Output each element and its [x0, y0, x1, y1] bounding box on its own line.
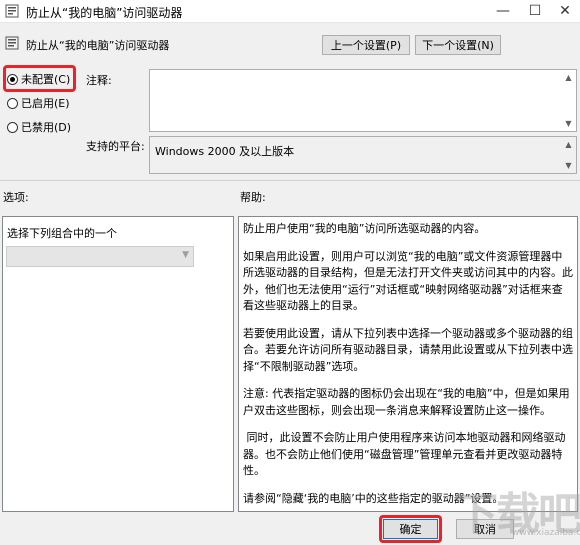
combo-caption: 选择下列组合中的一个 [7, 227, 117, 240]
maximize-button[interactable]: ☐ [520, 0, 550, 22]
radio-disabled-label: 已禁用(D) [21, 121, 72, 134]
ok-button[interactable]: 确定 [383, 519, 438, 539]
help-text: 防止用户使用“我的电脑”访问所选驱动器的内容。 如果启用此设置，则用户可以浏览“… [243, 221, 573, 518]
scroll-down-arrow-icon[interactable]: ▼ [562, 117, 575, 130]
radio-disabled-indicator[interactable] [7, 121, 18, 133]
scroll-up-arrow-icon[interactable]: ▲ [562, 71, 575, 84]
policy-app-icon [5, 4, 19, 18]
radio-disabled[interactable]: 已禁用(D) [7, 119, 71, 135]
radio-not-configured-label: 未配置(C) [21, 73, 71, 86]
drive-combination-dropdown[interactable]: ▼ [6, 246, 194, 267]
help-paragraph: 防止用户使用“我的电脑”访问所选驱动器的内容。 [243, 222, 486, 235]
title-bar: 防止从“我的电脑”访问驱动器 — ☐ ✕ [0, 0, 580, 23]
comment-label: 注释: [86, 74, 112, 87]
help-label: 帮助: [240, 191, 266, 204]
close-button[interactable]: ✕ [550, 0, 580, 22]
radio-not-configured[interactable]: 未配置(C) [7, 71, 70, 87]
help-paragraph: 注意: 代表指定驱动器的图标仍会出现在“我的电脑”中，但是如果用户双击这些图标，… [243, 387, 570, 417]
policy-name: 防止从“我的电脑”访问驱动器 [26, 39, 170, 52]
watermark-url: www.xiazaiba.com [512, 528, 580, 538]
help-paragraph: 如果启用此设置，则用户可以浏览“我的电脑”或文件资源管理器中所选驱动器的目录结构… [243, 249, 573, 313]
comment-textbox[interactable]: ▲ ▼ [149, 69, 577, 132]
window-title: 防止从“我的电脑”访问驱动器 [26, 6, 183, 20]
platform-scroll-up-icon[interactable]: ▲ [562, 138, 575, 151]
platform-value: Windows 2000 及以上版本 [155, 145, 295, 158]
radio-enabled-indicator[interactable] [7, 97, 18, 109]
radio-enabled-label: 已启用(E) [21, 97, 70, 110]
platform-label: 支持的平台: [86, 140, 145, 153]
radio-not-configured-indicator[interactable] [7, 73, 18, 85]
policy-setting-icon [5, 36, 19, 50]
section-divider [0, 180, 580, 181]
next-setting-button[interactable]: 下一个设置(N) [415, 35, 501, 55]
radio-enabled[interactable]: 已启用(E) [7, 95, 70, 111]
help-paragraph: 若要使用此设置，请从下拉列表中选择一个驱动器或多个驱动器的组合。若要允许访问所有… [243, 326, 573, 373]
options-label: 选项: [3, 191, 29, 204]
help-paragraph: 同时，此设置不会防止用户使用程序来访问本地驱动器和网络驱动器。也不会防止他们使用… [243, 431, 566, 477]
platform-textbox: Windows 2000 及以上版本 ▲ ▼ [149, 136, 577, 174]
chevron-down-icon: ▼ [182, 250, 189, 260]
platform-scroll-down-icon[interactable]: ▼ [562, 159, 575, 172]
minimize-button[interactable]: — [488, 0, 518, 22]
previous-setting-button[interactable]: 上一个设置(P) [322, 35, 410, 55]
